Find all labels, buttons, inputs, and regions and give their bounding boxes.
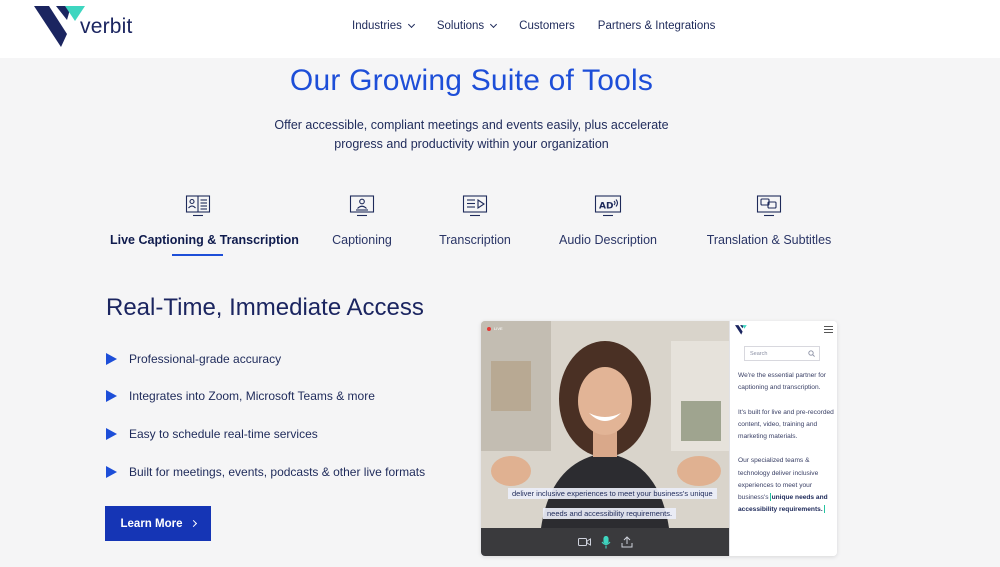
site-header: verbit Industries Solutions Customers Pa… <box>0 0 1000 58</box>
active-tab-indicator <box>172 254 223 256</box>
feature-text: Professional-grade accuracy <box>129 351 282 366</box>
tab-transcription[interactable]: Transcription <box>436 194 514 247</box>
live-captioning-demo: LIVE deliver inclusive experiences to me… <box>481 321 837 556</box>
logo-wordmark: verbit <box>80 15 133 38</box>
live-label: LIVE <box>494 326 503 331</box>
search-placeholder: Search <box>750 351 768 357</box>
tab-live-captioning[interactable]: Live Captioning & Transcription <box>110 194 299 247</box>
hamburger-menu-icon[interactable] <box>824 326 833 335</box>
panel-paragraph: We're the essential partner for captioni… <box>738 372 826 392</box>
tab-label: Transcription <box>439 233 511 247</box>
video-player[interactable]: LIVE deliver inclusive experiences to me… <box>481 321 729 528</box>
section-title: Real-Time, Immediate Access <box>106 294 424 321</box>
play-bullet-icon <box>106 352 117 365</box>
microphone-icon[interactable] <box>601 535 611 549</box>
caption-line-2: needs and accessibility requirements. <box>543 508 677 519</box>
verbit-logo-mark-icon <box>735 325 747 335</box>
product-tabs: Live Captioning & Transcription Captioni… <box>0 194 1000 264</box>
feature-text: Built for meetings, events, podcasts & o… <box>129 464 426 479</box>
captioning-icon <box>349 195 375 217</box>
tab-label: Captioning <box>332 233 392 247</box>
play-bullet-icon <box>106 390 117 403</box>
verbit-logo-mark-icon <box>34 6 85 47</box>
list-item: Integrates into Zoom, Microsoft Teams & … <box>106 388 425 405</box>
nav-industries[interactable]: Industries <box>352 20 415 32</box>
main-nav: Industries Solutions Customers Partners … <box>352 20 738 32</box>
translation-icon <box>756 195 782 217</box>
share-icon[interactable] <box>621 536 633 548</box>
feature-list: Professional-grade accuracy Integrates i… <box>106 350 425 501</box>
caption-line-1: deliver inclusive experiences to meet yo… <box>508 488 717 499</box>
search-icon <box>808 350 815 357</box>
tab-captioning[interactable]: Captioning <box>324 194 400 247</box>
page-subtitle: Offer accessible, compliant meetings and… <box>230 116 713 154</box>
page-title: Our Growing Suite of Tools <box>289 64 654 97</box>
audio-description-icon: AD <box>594 195 622 217</box>
nav-customers-label: Customers <box>519 20 575 32</box>
panel-description: We're the essential partner for captioni… <box>738 370 834 529</box>
nav-customers[interactable]: Customers <box>519 20 575 32</box>
panel-paragraph: It's built for live and pre-recorded con… <box>738 408 834 440</box>
live-captioning-icon <box>185 195 210 217</box>
feature-text: Easy to schedule real-time services <box>129 426 318 441</box>
play-bullet-icon <box>106 427 117 440</box>
tab-translation-subtitles[interactable]: Translation & Subtitles <box>704 194 834 247</box>
nav-partners-integrations[interactable]: Partners & Integrations <box>598 20 716 32</box>
svg-text:AD: AD <box>599 202 613 212</box>
live-indicator: LIVE <box>487 326 503 331</box>
chevron-right-icon <box>189 519 197 528</box>
learn-more-label: Learn More <box>120 517 183 530</box>
chevron-down-icon <box>407 20 415 29</box>
nav-industries-label: Industries <box>352 20 402 32</box>
nav-solutions-label: Solutions <box>436 20 485 32</box>
learn-more-button[interactable]: Learn More <box>105 506 211 541</box>
list-item: Easy to schedule real-time services <box>106 425 425 442</box>
camera-icon[interactable] <box>577 537 591 547</box>
list-item: Built for meetings, events, podcasts & o… <box>106 463 425 480</box>
text-cursor <box>823 505 825 514</box>
subtitle-line-2: progress and productivity within your or… <box>334 137 609 151</box>
chevron-down-icon <box>490 20 498 29</box>
video-controls <box>481 528 729 556</box>
nav-partners-label: Partners & Integrations <box>597 20 716 32</box>
feature-text: Integrates into Zoom, Microsoft Teams & … <box>129 389 375 404</box>
tab-label: Translation & Subtitles <box>706 233 832 247</box>
tab-label: Live Captioning & Transcription <box>110 233 299 247</box>
text-cursor <box>769 493 771 502</box>
nav-solutions[interactable]: Solutions <box>436 20 498 32</box>
transcription-icon <box>462 195 488 217</box>
info-side-panel: Search We're the essential partner for c… <box>729 321 837 556</box>
tab-label: Audio Description <box>559 233 657 247</box>
verbit-logo[interactable]: verbit <box>34 6 133 48</box>
subtitle-line-1: Offer accessible, compliant meetings and… <box>274 118 669 132</box>
play-bullet-icon <box>106 465 117 478</box>
panel-paragraph: Our specialized teams & technology deliv… <box>738 455 834 516</box>
list-item: Professional-grade accuracy <box>106 350 425 367</box>
search-input[interactable]: Search <box>744 346 820 361</box>
tab-audio-description[interactable]: AD Audio Description <box>555 194 661 247</box>
